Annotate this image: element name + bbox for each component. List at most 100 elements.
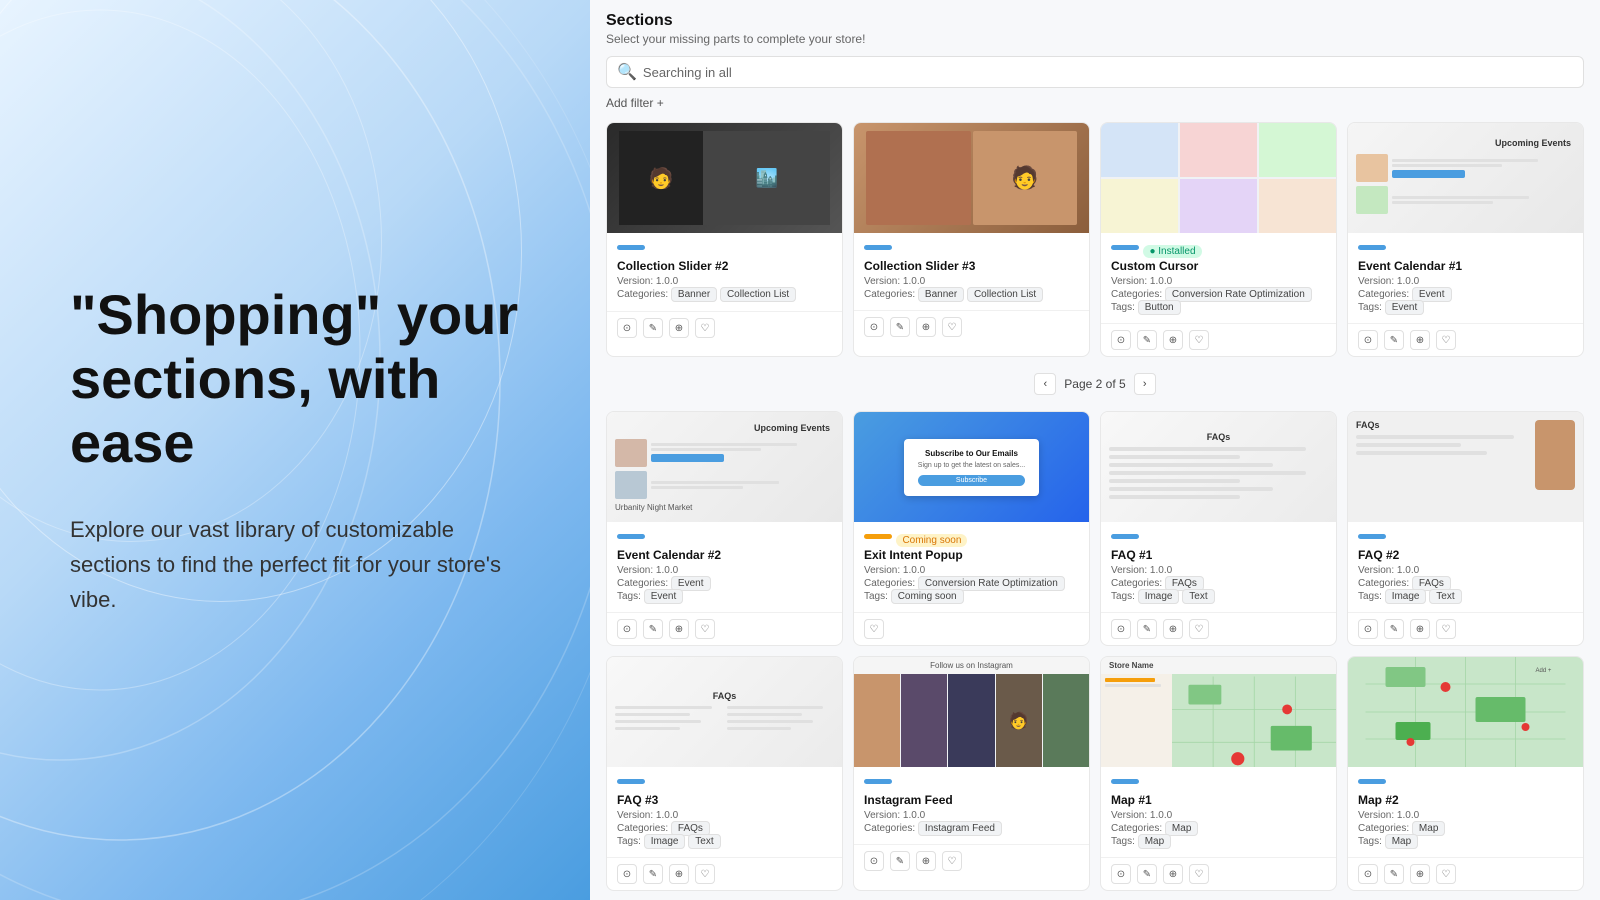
card-categories: Categories: Conversion Rate Optimization: [1111, 289, 1326, 300]
card-collection-slider-3[interactable]: 🧑 Collection Slider #3 Version: 1.0.0 Ca…: [853, 122, 1090, 357]
heart-icon[interactable]: ♡: [695, 619, 715, 639]
heart-icon[interactable]: ♡: [942, 317, 962, 337]
add-icon[interactable]: ⊕: [669, 318, 689, 338]
edit-icon[interactable]: ✎: [643, 318, 663, 338]
card-faq-1[interactable]: FAQs FAQ #1 Version: 1.0.0 Categories:: [1100, 411, 1337, 646]
heart-icon[interactable]: ♡: [942, 851, 962, 871]
add-icon[interactable]: ⊕: [916, 851, 936, 871]
card-badge: [1358, 534, 1386, 539]
card-preview: Upcoming Events: [607, 412, 842, 522]
card-actions: ⊙ ✎ ⊕ ♡: [1348, 612, 1583, 645]
edit-icon[interactable]: ✎: [1384, 330, 1404, 350]
card-preview: [1101, 123, 1336, 233]
card-preview: FAQs: [1348, 412, 1583, 522]
pagination-next[interactable]: ›: [1134, 373, 1156, 395]
card-name: FAQ #1: [1111, 548, 1326, 562]
card-categories: Categories: Event: [617, 578, 832, 589]
edit-icon[interactable]: ✎: [890, 317, 910, 337]
preview-icon[interactable]: ⊙: [1111, 864, 1131, 884]
card-custom-cursor[interactable]: ● Installed Custom Cursor Version: 1.0.0…: [1100, 122, 1337, 357]
add-icon[interactable]: ⊕: [669, 864, 689, 884]
card-faq-2[interactable]: FAQs FAQ #2 Version: 1.0.0 Categories: F…: [1347, 411, 1584, 646]
card-version: Version: 1.0.0: [617, 810, 832, 821]
add-icon[interactable]: ⊕: [1410, 619, 1430, 639]
heart-icon[interactable]: ♡: [1436, 330, 1456, 350]
card-exit-intent-popup[interactable]: Subscribe to Our Emails Sign up to get t…: [853, 411, 1090, 646]
edit-icon[interactable]: ✎: [1137, 619, 1157, 639]
preview-icon[interactable]: ⊙: [1358, 619, 1378, 639]
edit-icon[interactable]: ✎: [643, 619, 663, 639]
left-panel: "Shopping" your sections, with ease Expl…: [0, 0, 590, 900]
card-categories: Categories: Banner Collection List: [617, 289, 832, 300]
edit-icon[interactable]: ✎: [1384, 619, 1404, 639]
card-preview: 🧑: [854, 123, 1089, 233]
card-instagram-feed[interactable]: Follow us on Instagram 🧑 Instagram Feed: [853, 656, 1090, 891]
card-name: Instagram Feed: [864, 793, 1079, 807]
card-map-2[interactable]: Add + Map #2 Version: 1.0.0 Categories: …: [1347, 656, 1584, 891]
card-name: Collection Slider #3: [864, 259, 1079, 273]
edit-icon[interactable]: ✎: [643, 864, 663, 884]
card-tags-label: Tags: Event: [1358, 302, 1573, 313]
card-map-1[interactable]: Store Name: [1100, 656, 1337, 891]
add-icon[interactable]: ⊕: [1163, 864, 1183, 884]
heart-icon[interactable]: ♡: [1436, 619, 1456, 639]
heart-icon[interactable]: ♡: [1189, 330, 1209, 350]
card-name: Collection Slider #2: [617, 259, 832, 273]
add-filter-button[interactable]: Add filter +: [606, 96, 1584, 110]
card-event-calendar-2[interactable]: Upcoming Events: [606, 411, 843, 646]
heart-icon[interactable]: ♡: [695, 318, 715, 338]
card-badge: [1358, 245, 1386, 250]
card-name: FAQ #2: [1358, 548, 1573, 562]
add-icon[interactable]: ⊕: [1163, 330, 1183, 350]
card-version: Version: 1.0.0: [617, 565, 832, 576]
card-actions: ♡: [854, 612, 1089, 645]
card-collection-slider-2[interactable]: 🧑 🏙️ Collection Slider #2 Version: 1.0.0…: [606, 122, 843, 357]
card-actions: ⊙ ✎ ⊕ ♡: [607, 612, 842, 645]
heart-icon[interactable]: ♡: [864, 619, 884, 639]
pagination-label: Page 2 of 5: [1064, 377, 1125, 391]
preview-icon[interactable]: ⊙: [1358, 330, 1378, 350]
card-name: Map #2: [1358, 793, 1573, 807]
card-preview: FAQs: [607, 657, 842, 767]
card-name: Event Calendar #1: [1358, 259, 1573, 273]
add-icon[interactable]: ⊕: [1410, 330, 1430, 350]
edit-icon[interactable]: ✎: [1384, 864, 1404, 884]
search-icon: 🔍: [617, 62, 637, 82]
card-preview: Subscribe to Our Emails Sign up to get t…: [854, 412, 1089, 522]
card-badge: [617, 534, 645, 539]
edit-icon[interactable]: ✎: [890, 851, 910, 871]
preview-icon[interactable]: ⊙: [1111, 330, 1131, 350]
heart-icon[interactable]: ♡: [1436, 864, 1456, 884]
edit-icon[interactable]: ✎: [1137, 864, 1157, 884]
hero-subtitle: Explore our vast library of customizable…: [70, 512, 520, 618]
sections-grid: 🧑 🏙️ Collection Slider #2 Version: 1.0.0…: [606, 122, 1584, 891]
heart-icon[interactable]: ♡: [695, 864, 715, 884]
installed-badge: ● Installed: [1143, 245, 1201, 258]
preview-icon[interactable]: ⊙: [864, 851, 884, 871]
add-icon[interactable]: ⊕: [1410, 864, 1430, 884]
add-icon[interactable]: ⊕: [669, 619, 689, 639]
add-icon[interactable]: ⊕: [1163, 619, 1183, 639]
edit-icon[interactable]: ✎: [1137, 330, 1157, 350]
heart-icon[interactable]: ♡: [1189, 619, 1209, 639]
preview-icon[interactable]: ⊙: [1358, 864, 1378, 884]
preview-icon[interactable]: ⊙: [617, 864, 637, 884]
preview-icon[interactable]: ⊙: [864, 317, 884, 337]
card-badge: [617, 779, 645, 784]
add-icon[interactable]: ⊕: [916, 317, 936, 337]
search-bar[interactable]: 🔍 Searching in all: [606, 56, 1584, 88]
preview-icon[interactable]: ⊙: [617, 619, 637, 639]
preview-icon[interactable]: ⊙: [1111, 619, 1131, 639]
card-name: Map #1: [1111, 793, 1326, 807]
heart-icon[interactable]: ♡: [1189, 864, 1209, 884]
card-event-calendar-1[interactable]: Upcoming Events: [1347, 122, 1584, 357]
pagination-prev[interactable]: ‹: [1034, 373, 1056, 395]
card-actions: ⊙ ✎ ⊕ ♡: [1101, 857, 1336, 890]
preview-icon[interactable]: ⊙: [617, 318, 637, 338]
card-version: Version: 1.0.0: [617, 276, 832, 287]
card-categories: Categories: Map: [1358, 823, 1573, 834]
card-version: Version: 1.0.0: [1358, 565, 1573, 576]
card-faq-3[interactable]: FAQs: [606, 656, 843, 891]
card-actions: ⊙ ✎ ⊕ ♡: [607, 857, 842, 890]
svg-text:Add +: Add +: [1536, 668, 1552, 674]
